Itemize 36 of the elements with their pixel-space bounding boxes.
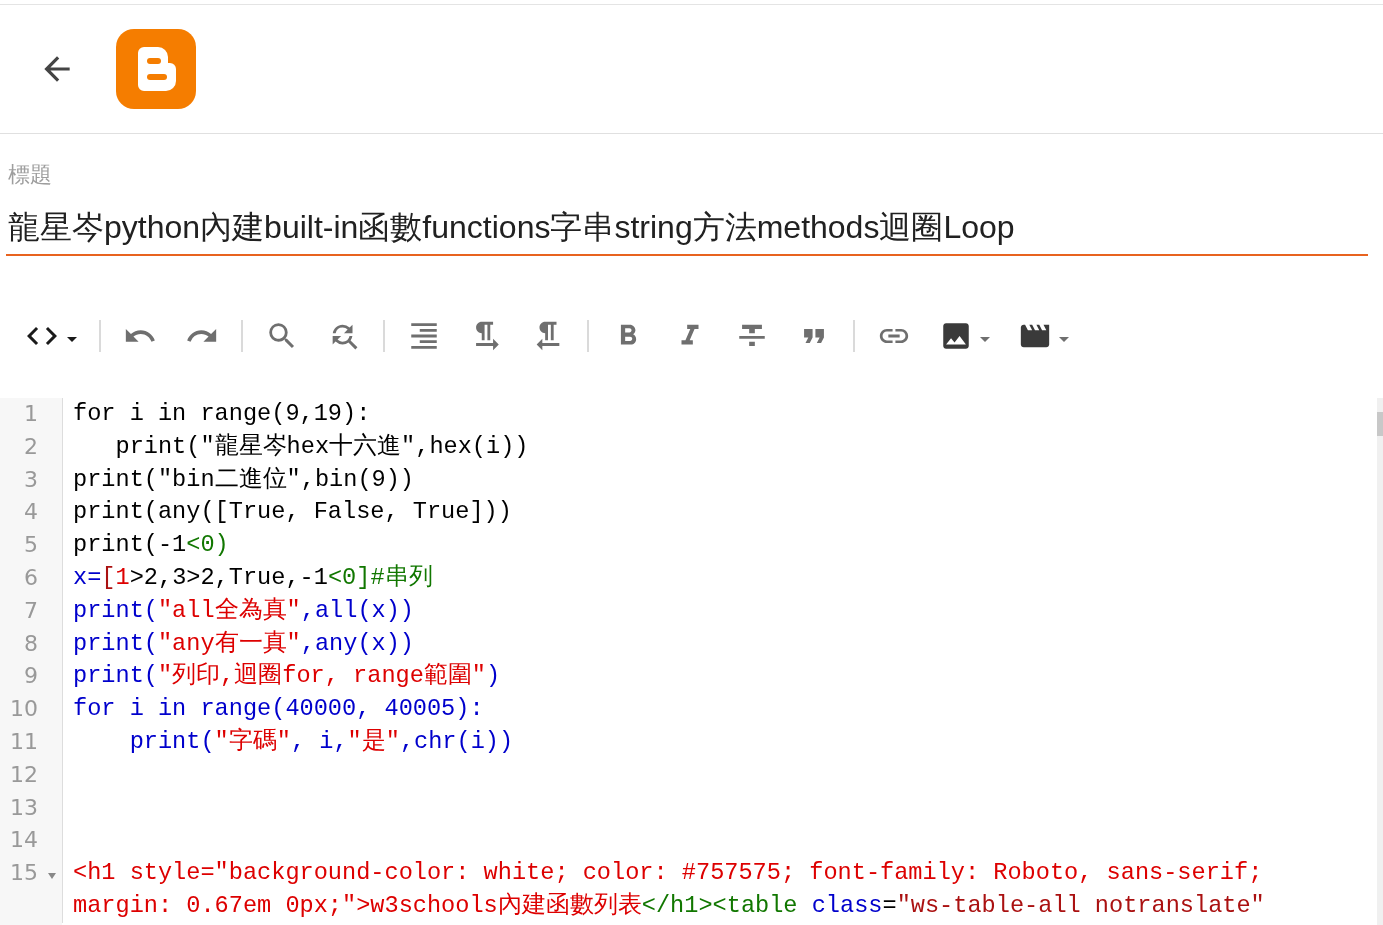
line-number: 10 <box>10 696 38 722</box>
logo-icon[interactable] <box>116 29 196 109</box>
code-line: for i in range(9,19): <box>62 398 1313 431</box>
line-number: 5 <box>24 532 38 558</box>
code-line: print("龍星岑hex十六進",hex(i)) <box>62 430 1313 464</box>
code-line: for i in range(40000, 40005): <box>62 693 1313 726</box>
line-number: 12 <box>10 761 38 787</box>
line-number: 8 <box>24 630 38 656</box>
caret-icon <box>1059 336 1069 342</box>
code-line: print("bin二進位",bin(9)) <box>62 463 1313 497</box>
code-line: print("all全為真",all(x)) <box>62 594 1313 628</box>
line-number: 13 <box>10 794 38 820</box>
code-line: <h1 style="background-color: white; color: #757575; font-family: Roboto, sans-serif; margin: 0.67em 0px;">w3schools內建函數列表</h1><table class="ws-table-all notranslate" <box>62 857 1313 923</box>
code-line: print("字碼", i,"是",chr(i)) <box>62 725 1313 759</box>
line-number: 2 <box>24 433 38 459</box>
line-number: 7 <box>24 597 38 623</box>
line-number: 4 <box>24 499 38 525</box>
line-number: 1 <box>24 401 38 426</box>
line-number: 9 <box>24 663 38 689</box>
code-line: print(-1<0) <box>62 529 1313 562</box>
title-field[interactable]: 龍星岑python內建built-in函數functions字串string方法methods迴圈Loop <box>6 206 1368 256</box>
line-number: 14 <box>10 827 38 853</box>
line-number: 6 <box>24 565 38 590</box>
scrollbar[interactable] <box>1377 398 1383 925</box>
line-number: 15 <box>10 860 38 886</box>
caret-icon <box>67 336 77 342</box>
caret-icon <box>980 336 990 342</box>
line-number: 11 <box>10 728 38 754</box>
code-line: print("列印,迴圈for, range範圍") <box>62 660 1313 694</box>
fold-caret-icon[interactable] <box>47 872 57 881</box>
code-line: print(any([True, False, True])) <box>62 496 1313 530</box>
line-number: 3 <box>24 466 38 492</box>
code-line: print("any有一真",any(x)) <box>62 627 1313 661</box>
title-label: 標題 <box>8 161 53 189</box>
code-editor[interactable] <box>0 398 1383 925</box>
code-line: x=[1>2,3>2,True,-1<0]#串列 <box>62 562 1313 595</box>
